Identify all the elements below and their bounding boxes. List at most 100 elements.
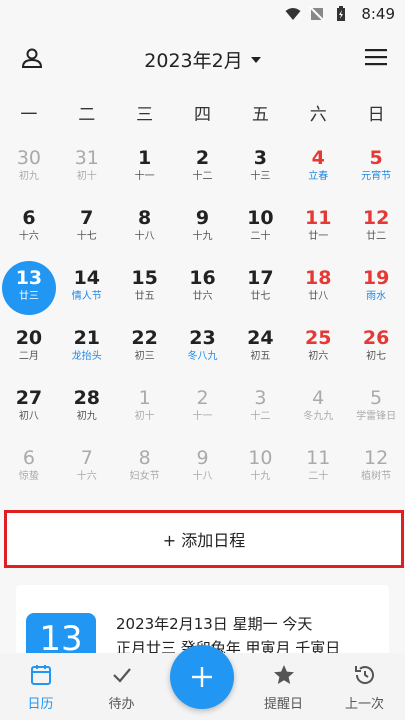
day-number: 28: [73, 387, 101, 409]
calendar-day[interactable]: 9 十九: [174, 200, 232, 260]
lunar-label: 惊蛰: [18, 471, 39, 482]
lunar-label: 初八: [18, 411, 39, 422]
calendar-day[interactable]: 4 立春: [289, 140, 347, 200]
calendar-day[interactable]: 6 惊蛰: [0, 440, 58, 500]
calendar-day[interactable]: 25 初六: [289, 320, 347, 380]
calendar-day[interactable]: 12 植树节: [347, 440, 405, 500]
calendar-day-today[interactable]: 13 廿三: [0, 260, 58, 320]
day-number: 27: [15, 387, 43, 409]
calendar-day[interactable]: 10 二十: [231, 200, 289, 260]
calendar-day[interactable]: 11 廿一: [289, 200, 347, 260]
day-number: 1: [138, 147, 152, 169]
calendar-week-row: 30 初九 31 初十 1 十一 2 十二 3 十三 4 立春 5 元宵节: [0, 140, 405, 200]
calendar-day[interactable]: 14 情人节: [58, 260, 116, 320]
calendar-week-row: 27 初八 28 初九 1 初十 2 十一 3 十二 4 冬九九 5 学雷锋日: [0, 380, 405, 440]
lunar-label: 十三: [250, 171, 271, 182]
no-signal-icon: [309, 6, 325, 22]
calendar-day[interactable]: 8 十八: [116, 200, 174, 260]
lunar-label: 初六: [308, 351, 329, 362]
status-time: 8:49: [361, 5, 395, 23]
nav-todo[interactable]: 待办: [81, 653, 162, 720]
calendar-day[interactable]: 2 十二: [174, 140, 232, 200]
day-number: 31: [74, 147, 99, 169]
calendar-day[interactable]: 5 元宵节: [347, 140, 405, 200]
menu-icon[interactable]: [365, 48, 387, 66]
calendar-day[interactable]: 16 廿六: [174, 260, 232, 320]
day-number: 11: [305, 207, 332, 229]
check-icon: [112, 668, 131, 683]
calendar-day[interactable]: 23 冬八九: [174, 320, 232, 380]
calendar-day[interactable]: 24 初五: [231, 320, 289, 380]
day-number: 2: [195, 147, 210, 169]
nav-calendar[interactable]: 日历: [0, 653, 81, 720]
calendar-grid: 30 初九 31 初十 1 十一 2 十二 3 十三 4 立春 5 元宵节 6 十六 7 十七 8 十八 9 十九 10 二十…: [0, 140, 405, 500]
calendar-day[interactable]: 2 十一: [174, 380, 232, 440]
calendar-day[interactable]: 17 廿七: [231, 260, 289, 320]
calendar-day[interactable]: 19 雨水: [347, 260, 405, 320]
weekday-label: 一: [20, 105, 38, 125]
lunar-label: 十九: [192, 231, 213, 242]
calendar-day[interactable]: 1 初十: [116, 380, 174, 440]
calendar-day[interactable]: 7 十六: [58, 440, 116, 500]
calendar-day[interactable]: 28 初九: [58, 380, 116, 440]
calendar-day[interactable]: 10 十九: [231, 440, 289, 500]
lunar-label: 廿五: [134, 291, 155, 302]
weekday-label: 日: [367, 105, 385, 125]
lunar-label: 十一: [192, 411, 213, 422]
weekday-label: 二: [78, 105, 96, 125]
nav-label: 日历: [27, 697, 54, 712]
calendar-day[interactable]: 7 十七: [58, 200, 116, 260]
calendar-day[interactable]: 21 龙抬头: [58, 320, 116, 380]
add-fab-button[interactable]: [170, 645, 234, 709]
nav-label: 待办: [108, 697, 135, 712]
calendar-week-row: 6 十六 7 十七 8 十八 9 十九 10 二十 11 廿一 12 廿二: [0, 200, 405, 260]
calendar-day[interactable]: 1 十一: [116, 140, 174, 200]
day-number: 6: [22, 207, 36, 229]
nav-last-time[interactable]: 上一次: [324, 653, 405, 720]
calendar-day[interactable]: 5 学雷锋日: [347, 380, 405, 440]
calendar-day[interactable]: 15 廿五: [116, 260, 174, 320]
day-number: 2: [196, 387, 209, 409]
day-number: 22: [131, 327, 158, 349]
calendar-day[interactable]: 12 廿二: [347, 200, 405, 260]
calendar-day[interactable]: 11 二十: [289, 440, 347, 500]
day-number: 24: [247, 327, 274, 349]
calendar-day[interactable]: 6 十六: [0, 200, 58, 260]
lunar-label: 二十: [250, 231, 271, 242]
weekday-label: 六: [309, 105, 327, 125]
nav-reminders[interactable]: 提醒日: [243, 653, 324, 720]
lunar-label: 妇女节: [129, 471, 160, 482]
calendar-day[interactable]: 20 二月: [0, 320, 58, 380]
weekday-label: 五: [251, 105, 269, 125]
day-number: 18: [305, 267, 332, 289]
month-selector[interactable]: 2023年2月: [0, 46, 405, 73]
lunar-label: 十二: [250, 411, 271, 422]
calendar-day[interactable]: 31 初十: [58, 140, 116, 200]
calendar-day[interactable]: 4 冬九九: [289, 380, 347, 440]
lunar-label: 初七: [366, 351, 387, 362]
star-icon: [273, 665, 294, 684]
day-number: 3: [253, 147, 267, 169]
lunar-label: 廿二: [366, 231, 387, 242]
lunar-label: 初九: [18, 171, 39, 182]
lunar-label: 冬九九: [303, 411, 334, 422]
calendar-day[interactable]: 22 初三: [116, 320, 174, 380]
calendar-day[interactable]: 27 初八: [0, 380, 58, 440]
calendar-day[interactable]: 3 十三: [231, 140, 289, 200]
lunar-label: 廿三: [18, 291, 39, 302]
day-number: 17: [247, 267, 274, 289]
calendar-day[interactable]: 26 初七: [347, 320, 405, 380]
calendar-day[interactable]: 18 廿八: [289, 260, 347, 320]
calendar-day[interactable]: 8 妇女节: [116, 440, 174, 500]
day-number: 9: [196, 447, 209, 469]
day-number: 11: [306, 447, 331, 469]
calendar-day[interactable]: 9 十八: [174, 440, 232, 500]
lunar-label: 廿六: [192, 291, 213, 302]
weekday-label: 四: [194, 105, 211, 125]
lunar-label: 廿一: [308, 231, 329, 242]
day-number: 12: [362, 207, 390, 229]
day-number: 4: [312, 387, 325, 409]
calendar-day[interactable]: 30 初九: [0, 140, 58, 200]
calendar-day[interactable]: 3 十二: [231, 380, 289, 440]
add-schedule-button[interactable]: + 添加日程: [4, 510, 404, 568]
